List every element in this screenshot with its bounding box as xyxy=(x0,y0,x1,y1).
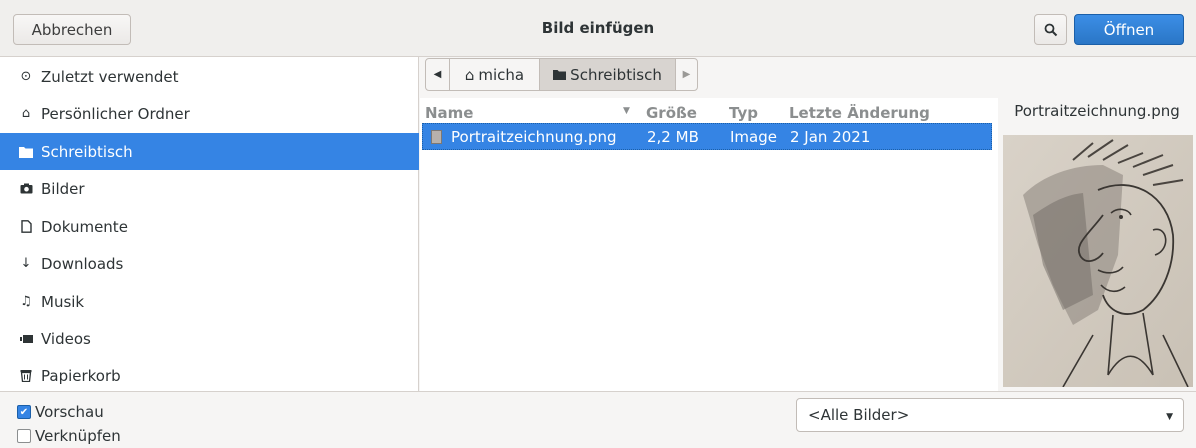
home-icon: ⌂ xyxy=(21,106,31,121)
folder-icon xyxy=(18,146,34,158)
image-file-icon xyxy=(431,130,442,144)
sidebar-item-pictures[interactable]: Bilder xyxy=(0,170,419,207)
sidebar-item-desktop[interactable]: Schreibtisch xyxy=(0,133,419,170)
folder-icon xyxy=(553,66,567,84)
file-type: Image xyxy=(730,128,777,146)
music-icon: ♫ xyxy=(20,294,32,309)
column-header-type[interactable]: Typ xyxy=(729,104,758,122)
camera-icon xyxy=(18,183,34,194)
cancel-button[interactable]: Abbrechen xyxy=(13,14,131,45)
trash-icon xyxy=(18,369,34,382)
video-icon xyxy=(18,334,34,344)
sidebar-item-documents[interactable]: Dokumente xyxy=(0,208,419,245)
sidebar-item-label: Papierkorb xyxy=(41,366,121,385)
chevron-right-icon: ▶ xyxy=(682,69,691,80)
preview-filename: Portraitzeichnung.png xyxy=(1014,102,1180,120)
link-checkbox[interactable]: Verknüpfen xyxy=(17,427,121,445)
sidebar-item-label: Musik xyxy=(41,292,85,311)
file-list[interactable]: Name ▼ Größe Typ Letzte Änderung Portrai… xyxy=(420,98,998,391)
path-bar: ◀ ⌂ micha Schreibtisch ▶ xyxy=(425,58,698,91)
document-icon xyxy=(18,220,34,233)
preview-image xyxy=(1003,135,1193,387)
file-modified: 2 Jan 2021 xyxy=(790,128,871,146)
sidebar-item-label: Bilder xyxy=(41,179,85,198)
clock-icon: ⊙ xyxy=(20,69,32,84)
sidebar-item-music[interactable]: ♫ Musik xyxy=(0,283,419,320)
search-button[interactable] xyxy=(1034,14,1067,45)
preview-pane: Portraitzeichnung.png xyxy=(998,57,1196,391)
file-size: 2,2 MB xyxy=(647,128,699,146)
file-filter-dropdown[interactable]: <Alle Bilder> ▼ xyxy=(796,398,1184,432)
path-segment-desktop[interactable]: Schreibtisch xyxy=(540,59,676,90)
search-icon xyxy=(1044,23,1057,36)
checkbox-unchecked-icon[interactable] xyxy=(17,429,31,443)
path-segment-label: Schreibtisch xyxy=(570,65,662,84)
checkbox-checked-icon[interactable]: ✔ xyxy=(17,405,31,419)
sidebar-item-label: Persönlicher Ordner xyxy=(41,104,190,123)
table-row[interactable]: Portraitzeichnung.png 2,2 MB Image 2 Jan… xyxy=(422,123,992,150)
file-filter-value: <Alle Bilder> xyxy=(808,406,910,424)
sidebar-item-trash[interactable]: Papierkorb xyxy=(0,357,419,394)
places-sidebar: ⊙ Zuletzt verwendet ⌂ Persönlicher Ordne… xyxy=(0,57,419,391)
path-segment-label: micha xyxy=(478,65,525,84)
open-button[interactable]: Öffnen xyxy=(1074,14,1184,45)
column-header-name[interactable]: Name xyxy=(425,104,473,122)
preview-checkbox-label: Vorschau xyxy=(35,403,104,421)
path-scroll-left-button[interactable]: ◀ xyxy=(426,59,450,90)
sidebar-item-recent[interactable]: ⊙ Zuletzt verwendet xyxy=(0,58,419,95)
sidebar-item-downloads[interactable]: ↓ Downloads xyxy=(0,245,419,282)
path-segment-home[interactable]: ⌂ micha xyxy=(450,59,540,90)
dialog-title: Bild einfügen xyxy=(541,19,655,37)
sidebar-item-videos[interactable]: Videos xyxy=(0,320,419,357)
sidebar-item-home[interactable]: ⌂ Persönlicher Ordner xyxy=(0,95,419,132)
sidebar-item-label: Zuletzt verwendet xyxy=(41,67,179,86)
path-scroll-right-button[interactable]: ▶ xyxy=(676,59,697,90)
bottom-bar: ✔ Vorschau Verknüpfen <Alle Bilder> ▼ xyxy=(0,391,1196,448)
chevron-left-icon: ◀ xyxy=(433,69,442,80)
sidebar-item-label: Downloads xyxy=(41,254,124,273)
preview-checkbox[interactable]: ✔ Vorschau xyxy=(17,403,104,421)
download-icon: ↓ xyxy=(20,256,32,271)
sidebar-item-label: Videos xyxy=(41,329,91,348)
cancel-button-label: Abbrechen xyxy=(31,20,113,39)
open-button-label: Öffnen xyxy=(1103,20,1155,39)
chevron-down-icon: ▼ xyxy=(1166,412,1173,422)
sidebar-item-label: Dokumente xyxy=(41,217,128,236)
sidebar-item-label: Schreibtisch xyxy=(41,142,133,161)
file-name: Portraitzeichnung.png xyxy=(451,128,617,146)
sort-descending-icon: ▼ xyxy=(623,106,630,116)
column-header-modified[interactable]: Letzte Änderung xyxy=(789,104,930,122)
column-header-size[interactable]: Größe xyxy=(646,104,697,122)
link-checkbox-label: Verknüpfen xyxy=(35,427,121,445)
home-icon: ⌂ xyxy=(464,65,475,84)
header-bar: Abbrechen Bild einfügen Öffnen xyxy=(0,0,1196,57)
